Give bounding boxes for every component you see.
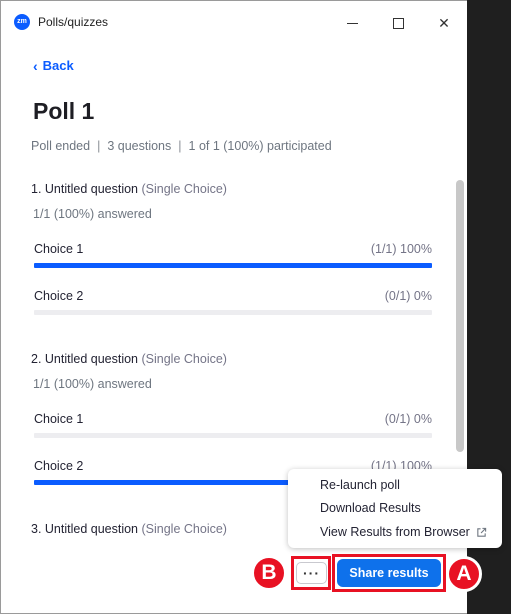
title-bar: zm Polls/quizzes ✕: [1, 1, 467, 43]
maximize-icon: [392, 17, 404, 29]
minimize-button[interactable]: [340, 11, 364, 35]
scrollbar-thumb[interactable]: [456, 180, 464, 452]
menu-item-relaunch-poll[interactable]: Re-launch poll: [320, 478, 400, 492]
more-options-menu: Re-launch poll Download Results View Res…: [288, 469, 502, 548]
choice-stat: (0/1) 0%: [384, 289, 432, 303]
menu-item-label: View Results from Browser: [320, 525, 470, 539]
answered-count: 1/1 (100%) answered: [33, 207, 152, 221]
question-type: (Single Choice): [141, 522, 227, 536]
external-link-icon: [477, 527, 486, 537]
choice-label: Choice 2: [34, 459, 84, 473]
menu-item-download-results[interactable]: Download Results: [320, 501, 421, 515]
close-icon: ✕: [438, 14, 450, 31]
minimize-icon: [346, 22, 358, 24]
callout-b: B: [251, 555, 287, 591]
answered-count: 1/1 (100%) answered: [33, 377, 152, 391]
choice-result: Choice 2 (0/1) 0%: [34, 289, 432, 315]
poll-summary: Poll ended | 3 questions | 1 of 1 (100%)…: [31, 139, 332, 153]
question-title: 2. Untitled question (Single Choice): [31, 352, 227, 366]
callout-a: A: [446, 556, 482, 592]
menu-item-label: Re-launch poll: [320, 478, 400, 492]
result-bar-fill: [34, 263, 432, 268]
question-text: 1. Untitled question: [31, 182, 139, 196]
question-text: 2. Untitled question: [31, 352, 139, 366]
menu-item-label: Download Results: [320, 501, 421, 515]
choice-label: Choice 1: [34, 412, 84, 426]
separator: |: [178, 139, 182, 153]
back-link[interactable]: ‹ Back: [33, 58, 74, 73]
questions-count: 3 questions: [107, 139, 172, 153]
zoom-app-icon: zm: [14, 14, 30, 30]
close-button[interactable]: ✕: [432, 11, 456, 35]
highlight-box-b: [291, 556, 331, 590]
question-type: (Single Choice): [141, 182, 227, 196]
highlight-box-a: [332, 554, 446, 592]
result-bar-track: [34, 433, 432, 438]
choice-stat: (0/1) 0%: [384, 412, 432, 426]
poll-status: Poll ended: [31, 139, 91, 153]
choice-stat: (1/1) 100%: [370, 242, 432, 256]
question-title: 3. Untitled question (Single Choice): [31, 522, 227, 536]
participation-count: 1 of 1 (100%) participated: [188, 139, 332, 153]
question-text: 3. Untitled question: [31, 522, 139, 536]
maximize-button[interactable]: [386, 11, 410, 35]
poll-title: Poll 1: [33, 98, 95, 124]
choice-label: Choice 2: [34, 289, 84, 303]
chevron-left-icon: ‹: [33, 57, 38, 74]
result-bar-track: [34, 310, 432, 315]
result-bar-track: [34, 263, 432, 268]
choice-label: Choice 1: [34, 242, 84, 256]
question-title: 1. Untitled question (Single Choice): [31, 182, 227, 196]
window-title: Polls/quizzes: [38, 15, 109, 29]
separator: |: [97, 139, 101, 153]
back-label: Back: [42, 58, 74, 73]
choice-result: Choice 1 (1/1) 100%: [34, 242, 432, 268]
question-type: (Single Choice): [141, 352, 227, 366]
choice-result: Choice 1 (0/1) 0%: [34, 412, 432, 438]
menu-item-view-results-browser[interactable]: View Results from Browser: [320, 525, 487, 539]
